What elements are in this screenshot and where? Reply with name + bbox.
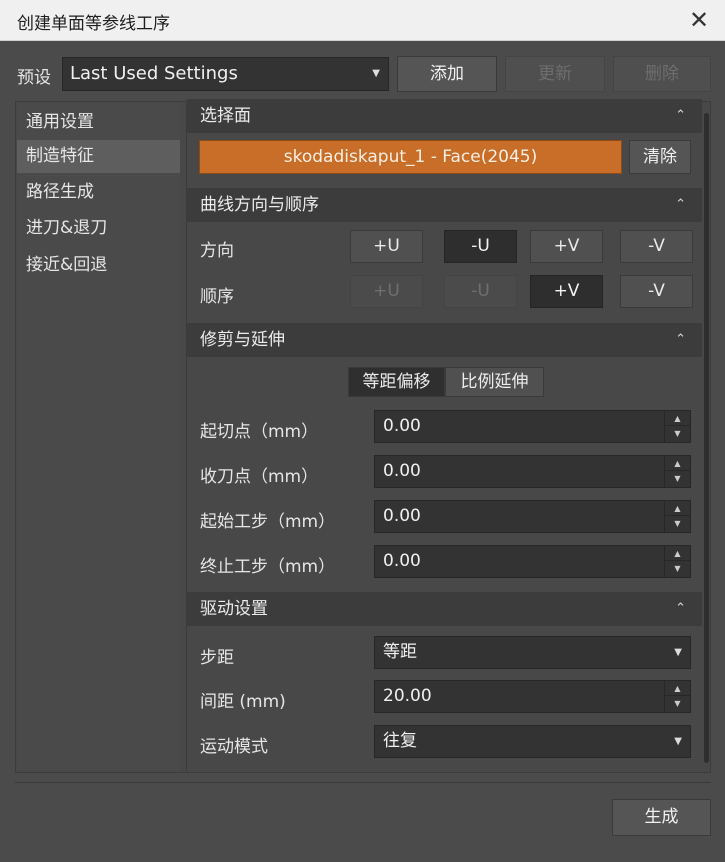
direction-minus-u-button[interactable]: -U [444,230,517,263]
start-step-value: 0.00 [383,506,421,526]
section-drive[interactable]: 驱动设置 ⌃ [187,592,702,626]
sidebar: 通用设置 制造特征 路径生成 进刀&退刀 接近&回退 [17,103,180,771]
direction-minus-v-button[interactable]: -V [620,230,693,263]
sidebar-item-lead[interactable]: 进刀&退刀 [17,212,180,245]
section-curve[interactable]: 曲线方向与顺序 ⌃ [187,188,702,222]
window-title: 创建单面等参线工序 [17,14,170,34]
order-minus-v-button[interactable]: -V [620,275,693,308]
start-cut-label: 起切点（mm） [200,422,319,442]
motion-label: 运动模式 [200,737,268,757]
generate-button[interactable]: 生成 [612,799,711,836]
spin-up-icon[interactable]: ▲ [665,501,690,516]
spin-down-icon[interactable]: ▼ [665,561,690,576]
spacing-label: 间距 (mm) [200,692,286,712]
end-step-label: 终止工步（mm） [200,557,336,577]
motion-value: 往复 [383,731,417,751]
order-plus-v-button[interactable]: +V [530,275,603,308]
spin-up-icon[interactable]: ▲ [665,681,690,696]
spin-up-icon[interactable]: ▲ [665,456,690,471]
end-cut-value: 0.00 [383,461,421,481]
direction-plus-u-button[interactable]: +U [350,230,423,263]
section-title: 修剪与延伸 [200,330,285,350]
end-step-value: 0.00 [383,551,421,571]
preset-label: 预设 [17,68,51,88]
end-cut-label: 收刀点（mm） [200,467,319,487]
direction-plus-v-button[interactable]: +V [530,230,603,263]
sidebar-item-general[interactable]: 通用设置 [17,106,180,139]
stepover-value: 等距 [383,642,417,662]
chevron-up-icon[interactable]: ⌃ [675,323,686,357]
mode-offset-tab[interactable]: 等距偏移 [348,367,445,397]
section-title: 选择面 [200,106,251,126]
spin-down-icon[interactable]: ▼ [665,426,690,441]
spacing-value: 20.00 [383,686,432,706]
section-trim[interactable]: 修剪与延伸 ⌃ [187,323,702,357]
sidebar-item-features[interactable]: 制造特征 [17,140,180,173]
section-title: 曲线方向与顺序 [200,195,319,215]
order-plus-u-button[interactable]: +U [350,275,423,308]
start-step-spinbox[interactable]: 0.00 ▲ ▼ [374,500,691,533]
divider [15,782,711,783]
order-label: 顺序 [200,287,234,307]
sidebar-item-approach[interactable]: 接近&回退 [17,249,180,282]
order-minus-u-button[interactable]: -U [444,275,517,308]
sidebar-item-path[interactable]: 路径生成 [17,176,180,209]
spacing-spinbox[interactable]: 20.00 ▲ ▼ [374,680,691,713]
spin-down-icon[interactable]: ▼ [665,516,690,531]
spin-up-icon[interactable]: ▲ [665,546,690,561]
start-cut-value: 0.00 [383,416,421,436]
scrollbar-thumb[interactable] [704,113,709,763]
end-cut-spinbox[interactable]: 0.00 ▲ ▼ [374,455,691,488]
spin-down-icon[interactable]: ▼ [665,696,690,711]
dropdown-arrow-icon: ▼ [372,68,380,79]
chevron-up-icon[interactable]: ⌃ [675,592,686,626]
motion-dropdown[interactable]: 往复 ▼ [374,725,691,758]
dropdown-arrow-icon: ▼ [674,647,682,658]
start-step-label: 起始工步（mm） [200,512,336,532]
title-bar: 创建单面等参线工序 ✕ [0,0,725,41]
delete-preset-button[interactable]: 删除 [613,56,711,92]
close-icon[interactable]: ✕ [683,4,715,36]
add-preset-button[interactable]: 添加 [397,56,497,92]
selected-face-button[interactable]: skodadiskaput_1 - Face(2045) [199,140,622,174]
preset-selected-value: Last Used Settings [70,63,238,84]
chevron-up-icon[interactable]: ⌃ [675,188,686,222]
spin-up-icon[interactable]: ▲ [665,411,690,426]
spin-down-icon[interactable]: ▼ [665,471,690,486]
end-step-spinbox[interactable]: 0.00 ▲ ▼ [374,545,691,578]
direction-label: 方向 [200,241,234,261]
chevron-up-icon[interactable]: ⌃ [675,99,686,133]
scrollbar[interactable] [703,103,710,771]
section-select-face[interactable]: 选择面 ⌃ [187,99,702,133]
dropdown-arrow-icon: ▼ [674,736,682,747]
clear-button[interactable]: 清除 [629,140,691,174]
section-title: 驱动设置 [200,599,268,619]
stepover-dropdown[interactable]: 等距 ▼ [374,636,691,669]
preset-dropdown[interactable]: Last Used Settings ▼ [62,57,389,91]
mode-ratio-tab[interactable]: 比例延伸 [445,367,544,397]
update-preset-button[interactable]: 更新 [505,56,605,92]
stepover-label: 步距 [200,648,234,668]
start-cut-spinbox[interactable]: 0.00 ▲ ▼ [374,410,691,443]
